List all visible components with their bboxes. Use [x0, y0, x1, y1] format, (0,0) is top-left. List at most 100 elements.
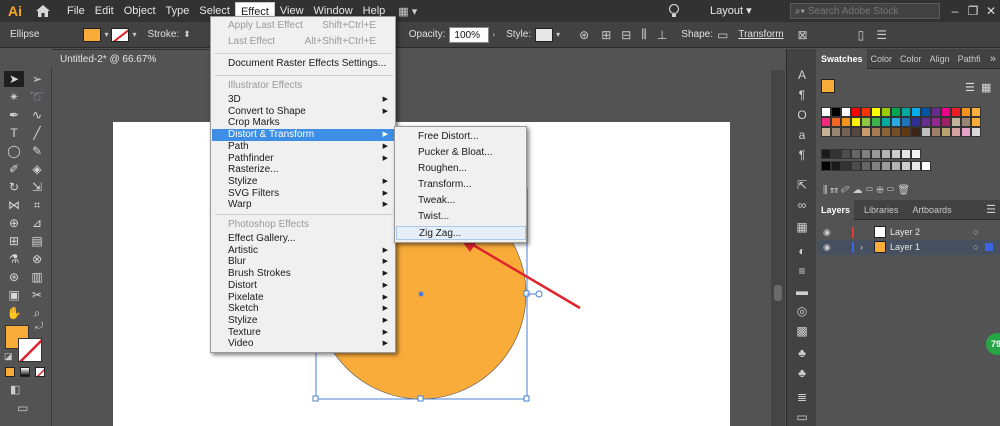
menu-item-effect[interactable]: Sketch ▶: [212, 303, 394, 315]
eye-icon[interactable]: ◉: [823, 225, 831, 240]
color-swatch[interactable]: [851, 107, 861, 117]
submenu-item[interactable]: Roughen...: [396, 162, 526, 176]
stroke-panel-icon[interactable]: ≡: [793, 263, 811, 279]
color-swatch[interactable]: [971, 127, 981, 137]
vertical-scrollbar[interactable]: [771, 70, 785, 426]
color-swatch[interactable]: [871, 149, 881, 159]
target-icon[interactable]: ○: [973, 240, 978, 255]
color-swatch[interactable]: [941, 127, 951, 137]
color-swatch[interactable]: [861, 161, 871, 171]
menu-item-effect[interactable]: Crop Marks: [212, 117, 394, 129]
panel-menu-icon[interactable]: ☰: [986, 203, 1000, 216]
layer-row[interactable]: ◉ Layer 2 ○: [817, 225, 1000, 240]
color-swatch[interactable]: [851, 117, 861, 127]
menu-item-effect[interactable]: Pixelate ▶: [212, 292, 394, 304]
swatch-libraries-icon[interactable]: ⫼ ☷ ✐ ☁ ▭ ⊕ ▭ 🗑: [823, 185, 910, 196]
submenu-item[interactable]: Zig Zag...: [396, 226, 526, 240]
scrollbar-thumb[interactable]: [774, 285, 782, 301]
color-swatch[interactable]: [861, 149, 871, 159]
menu-item-effect[interactable]: Distort ▶: [212, 280, 394, 292]
menu-item-effect[interactable]: Artistic ▶: [212, 245, 394, 257]
layer-name[interactable]: Layer 1: [890, 240, 920, 255]
menu-item-effect[interactable]: 3D ▶: [212, 94, 394, 106]
selection-indicator[interactable]: [985, 243, 993, 251]
color-swatch[interactable]: [921, 107, 931, 117]
character-panel-icon[interactable]: A: [793, 67, 811, 83]
submenu-item[interactable]: Twist...: [396, 210, 526, 224]
color-swatch[interactable]: [901, 117, 911, 127]
isolate-icon[interactable]: ▯: [858, 28, 865, 42]
brushes-panel-icon[interactable]: ♣: [793, 365, 811, 381]
color-swatch[interactable]: [841, 161, 851, 171]
menu-item-effect[interactable]: Video ▶: [212, 338, 394, 350]
color-swatch[interactable]: [881, 117, 891, 127]
layer-name[interactable]: Layer 2: [890, 225, 920, 240]
target-icon[interactable]: ○: [973, 225, 978, 240]
color-swatch[interactable]: [841, 117, 851, 127]
menu-item-effect[interactable]: Stylize ▶: [212, 176, 394, 188]
character-styles-icon[interactable]: ¶: [793, 147, 811, 163]
color-swatch[interactable]: [961, 127, 971, 137]
submenu-item[interactable]: Free Distort...: [396, 130, 526, 144]
color-swatch[interactable]: [851, 161, 861, 171]
color-swatch[interactable]: [941, 117, 951, 127]
color-swatch[interactable]: [831, 149, 841, 159]
menu-item-effect[interactable]: Distort & Transform ▶: [212, 129, 394, 142]
tab-pathfinder[interactable]: Pathfi: [954, 49, 985, 69]
color-swatch[interactable]: [961, 117, 971, 127]
menu-item-last-effect[interactable]: Last Effect Alt+Shift+Ctrl+E: [212, 36, 394, 48]
color-swatch[interactable]: [951, 127, 961, 137]
color-swatch[interactable]: [911, 149, 921, 159]
color-swatch[interactable]: [821, 127, 831, 137]
glyphs-panel-icon[interactable]: a: [793, 127, 811, 143]
color-swatch[interactable]: [851, 127, 861, 137]
color-swatch[interactable]: [951, 117, 961, 127]
layers-strip-icon[interactable]: ▭: [793, 409, 811, 425]
menu-item-effect[interactable]: Texture ▶: [212, 327, 394, 339]
menu-item-effect[interactable]: Brush Strokes ▶: [212, 268, 394, 280]
color-swatch[interactable]: [871, 107, 881, 117]
menu-item-apply-last-effect[interactable]: Apply Last Effect Shift+Ctrl+E: [212, 20, 394, 32]
color-swatch[interactable]: [931, 107, 941, 117]
color-swatch[interactable]: [921, 117, 931, 127]
color-swatch[interactable]: [831, 117, 841, 127]
color-swatch[interactable]: [931, 127, 941, 137]
color-swatch[interactable]: [961, 107, 971, 117]
tab-color-guide[interactable]: Color: [896, 49, 926, 69]
color-swatch[interactable]: [951, 107, 961, 117]
color-swatch[interactable]: [871, 117, 881, 127]
list-view-icon[interactable]: ☰: [965, 81, 975, 94]
appearance-panel-icon[interactable]: ◎: [793, 303, 811, 319]
tab-align[interactable]: Align: [926, 49, 954, 69]
symbols-panel-icon[interactable]: ♣: [793, 345, 811, 361]
menu-item-effect[interactable]: Effect Gallery...: [212, 233, 394, 245]
color-swatch[interactable]: [891, 107, 901, 117]
stock-search[interactable]: ⌕▾: [790, 3, 940, 19]
color-swatch[interactable]: [831, 127, 841, 137]
eye-icon[interactable]: ◉: [823, 240, 831, 255]
color-swatch[interactable]: [911, 127, 921, 137]
color-swatch[interactable]: [901, 127, 911, 137]
resize-handle[interactable]: [312, 395, 319, 402]
color-swatch[interactable]: [901, 161, 911, 171]
color-swatch[interactable]: [821, 117, 831, 127]
color-swatch[interactable]: [881, 107, 891, 117]
color-swatch[interactable]: [931, 117, 941, 127]
color-swatch[interactable]: [861, 117, 871, 127]
color-swatch[interactable]: [911, 161, 921, 171]
minimize-icon[interactable]: –: [946, 4, 964, 18]
submenu-item[interactable]: Pucker & Bloat...: [396, 146, 526, 160]
color-swatch[interactable]: [841, 127, 851, 137]
tab-color[interactable]: Color: [867, 49, 897, 69]
submenu-item[interactable]: Tweak...: [396, 194, 526, 208]
color-swatch[interactable]: [821, 149, 831, 159]
color-swatch[interactable]: [901, 107, 911, 117]
export-panel-icon[interactable]: ⇱: [793, 177, 811, 193]
color-swatch[interactable]: [841, 107, 851, 117]
color-swatch[interactable]: [941, 107, 951, 117]
opentype-panel-icon[interactable]: O: [793, 107, 811, 123]
transparency-panel-icon[interactable]: ◐: [793, 243, 811, 259]
color-swatch[interactable]: [831, 107, 841, 117]
links-panel-icon[interactable]: ∞: [793, 197, 811, 213]
color-swatch[interactable]: [901, 149, 911, 159]
